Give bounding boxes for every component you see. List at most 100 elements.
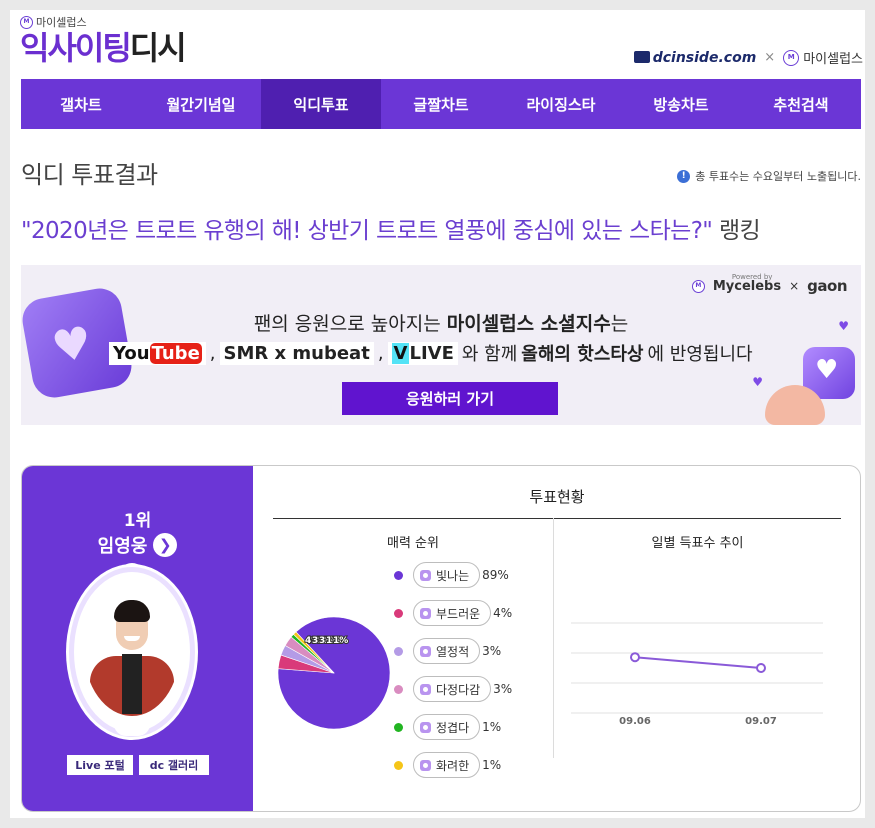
legend-percent: 3%	[482, 644, 502, 658]
smr-mubeat-logo: SMR x mubeat	[219, 341, 374, 365]
legend-label: 정겹다	[436, 720, 470, 735]
cheer-button[interactable]: 응원하러 가기	[342, 382, 558, 415]
dcinside-mark-icon	[633, 50, 650, 63]
charm-rank-title: 매력 순위	[387, 536, 439, 551]
page-title: 익디 투표결과	[21, 161, 158, 189]
legend-percent: 4%	[493, 606, 513, 620]
mycelebs-logo-icon: M	[20, 15, 33, 29]
powered-by-label: Powered by	[731, 273, 773, 281]
youtube-tube: Tube	[149, 342, 202, 364]
legend-item[interactable]: 빛나는 89%	[394, 562, 509, 588]
legend-color-dot	[394, 684, 403, 694]
flower-icon	[420, 569, 431, 581]
poll-headline-suffix: 랭킹	[719, 218, 761, 244]
banner-line-2: You Tube , SMR x mubeat , V LIVE 와 함께 올해의 …	[109, 340, 753, 366]
banner-line2-bold: 올해의 핫스타상	[521, 344, 644, 365]
banner-line1-prefix: 팬의 응원으로 높아지는	[253, 313, 441, 335]
site-logo-accent: 디시	[129, 29, 187, 67]
mycelebs-partner-label: 마이셀럽스	[803, 52, 863, 67]
legend-percent: 1%	[482, 720, 502, 734]
mycelebs-logo-icon: M	[691, 279, 705, 293]
legend-item[interactable]: 다정다감 3%	[394, 676, 512, 702]
flower-icon	[420, 683, 431, 695]
legend-charm-button[interactable]: 정겹다	[413, 714, 481, 740]
vlive-v: V	[391, 342, 410, 364]
gaon-label: gaon	[807, 277, 847, 295]
column-divider	[553, 518, 554, 758]
partner-times: ×	[764, 50, 776, 65]
trend-point[interactable]	[756, 663, 766, 673]
winner-panel: 1위 임영웅 ❯ Live 포털 dc 갤러리	[22, 466, 253, 811]
legend-label: 열정적	[436, 644, 470, 659]
banner-line1-bold: 마이셀럽스 소셜지수	[446, 313, 611, 335]
youtube-logo: You Tube	[109, 341, 206, 365]
dcinside-label: dcinside.com	[652, 49, 757, 66]
vote-notice: ! 총 투표수는 수요일부터 노출됩니다.	[677, 168, 861, 184]
winner-name-row[interactable]: 임영웅 ❯	[22, 532, 253, 558]
dc-gallery-button[interactable]: dc 갤러리	[139, 755, 209, 775]
partner-logos: dcinside.com × M 마이셀럽스	[633, 48, 863, 67]
poll-headline: "2020년은 트로트 유행의 해! 상반기 트로트 열풍에 중심에 있는 스타…	[21, 211, 761, 245]
legend-label: 빛나는	[436, 568, 470, 583]
daily-trend-chart: 09.06 09.07	[571, 622, 823, 727]
vote-notice-text: 총 투표수는 수요일부터 노출됩니다.	[695, 170, 861, 183]
pie-value-labels: 4%3%3%1%1%	[304, 635, 349, 647]
legend-label: 화려한	[436, 758, 470, 773]
nav-item-gall-chart[interactable]: 갤차트	[21, 79, 141, 129]
x-tick-label: 09.07	[745, 716, 777, 727]
nav-item-rising-star[interactable]: 라이징스타	[501, 79, 621, 129]
vote-status-panel: 투표현황 매력 순위 일별 득표수 추이 4% 3% 3% 1% 1% 빛나는 89% 부드…	[253, 466, 860, 811]
trend-point[interactable]	[630, 652, 640, 663]
legend-color-dot	[394, 646, 403, 656]
legend-charm-button[interactable]: 화려한	[413, 752, 481, 778]
info-icon: !	[677, 169, 691, 183]
legend-color-dot	[394, 760, 403, 770]
daily-trend-title: 일별 득표수 추이	[651, 536, 744, 551]
flower-icon	[420, 721, 431, 733]
mycelebs-circle-icon: M	[783, 49, 800, 66]
arrow-right-icon[interactable]: ❯	[153, 533, 178, 557]
winner-rank: 1위	[123, 511, 152, 531]
banner-line2-suffix: 에 반영됩니다	[647, 344, 753, 365]
comma: ,	[209, 342, 216, 364]
vote-status-title: 투표현황	[529, 488, 585, 506]
legend-color-dot	[394, 722, 403, 732]
site-logo[interactable]: 익사이팅디시	[20, 28, 187, 68]
legend-percent: 89%	[482, 568, 509, 582]
legend-item[interactable]: 부드러운 4%	[394, 600, 512, 626]
mycelebs-partner-logo[interactable]: M 마이셀럽스	[783, 48, 863, 67]
vote-result-card: 1위 임영웅 ❯ Live 포털 dc 갤러리 투표현황 매력 순위 일별 득표…	[21, 465, 861, 812]
vote-status-divider	[273, 518, 841, 519]
dcinside-logo[interactable]: dcinside.com	[633, 49, 757, 66]
flower-icon	[420, 607, 431, 619]
nav-item-broadcast-chart[interactable]: 방송차트	[621, 79, 741, 129]
legend-percent: 1%	[482, 758, 502, 772]
nav-item-monthly-anniversary[interactable]: 월간기념일	[141, 79, 261, 129]
vlive-rest: LIVE	[409, 342, 454, 364]
legend-percent: 3%	[493, 682, 513, 696]
legend-item[interactable]: 열정적 3%	[394, 638, 501, 664]
nav-item-recommended-search[interactable]: 추천검색	[741, 79, 861, 129]
nav-item-ikdi-vote[interactable]: 익디투표	[261, 79, 381, 129]
mirror-frame-bottom	[114, 724, 150, 736]
site-logo-main: 익사이팅	[20, 29, 132, 67]
banner-line1-suffix: 는	[610, 313, 629, 335]
sponsor-times: ×	[789, 279, 800, 293]
legend-charm-button[interactable]: 열정적	[413, 638, 481, 664]
legend-charm-button[interactable]: 다정다감	[413, 676, 492, 702]
legend-label: 부드러운	[436, 606, 481, 621]
vlive-logo: V LIVE	[387, 341, 458, 365]
legend-charm-button[interactable]: 빛나는	[413, 562, 481, 588]
legend-item[interactable]: 정겹다 1%	[394, 714, 501, 740]
trend-series-line	[634, 656, 762, 669]
poll-question: "2020년은 트로트 유행의 해! 상반기 트로트 열풍에 중심에 있는 스타…	[21, 218, 713, 244]
live-portal-button[interactable]: Live 포털	[67, 755, 133, 775]
legend-charm-button[interactable]: 부드러운	[413, 600, 492, 626]
pie-value-label: 1%	[333, 636, 348, 646]
banner-line2-prefix: 와 함께	[461, 344, 518, 365]
legend-color-dot	[394, 608, 403, 618]
promo-banner[interactable]: ♥ ♥ ♥ ♥ Powered by M Mycelebs × gaon 팬의 …	[21, 265, 861, 425]
x-tick-label: 09.06	[619, 716, 651, 727]
legend-item[interactable]: 화려한 1%	[394, 752, 501, 778]
nav-item-post-chart[interactable]: 글짤차트	[381, 79, 501, 129]
